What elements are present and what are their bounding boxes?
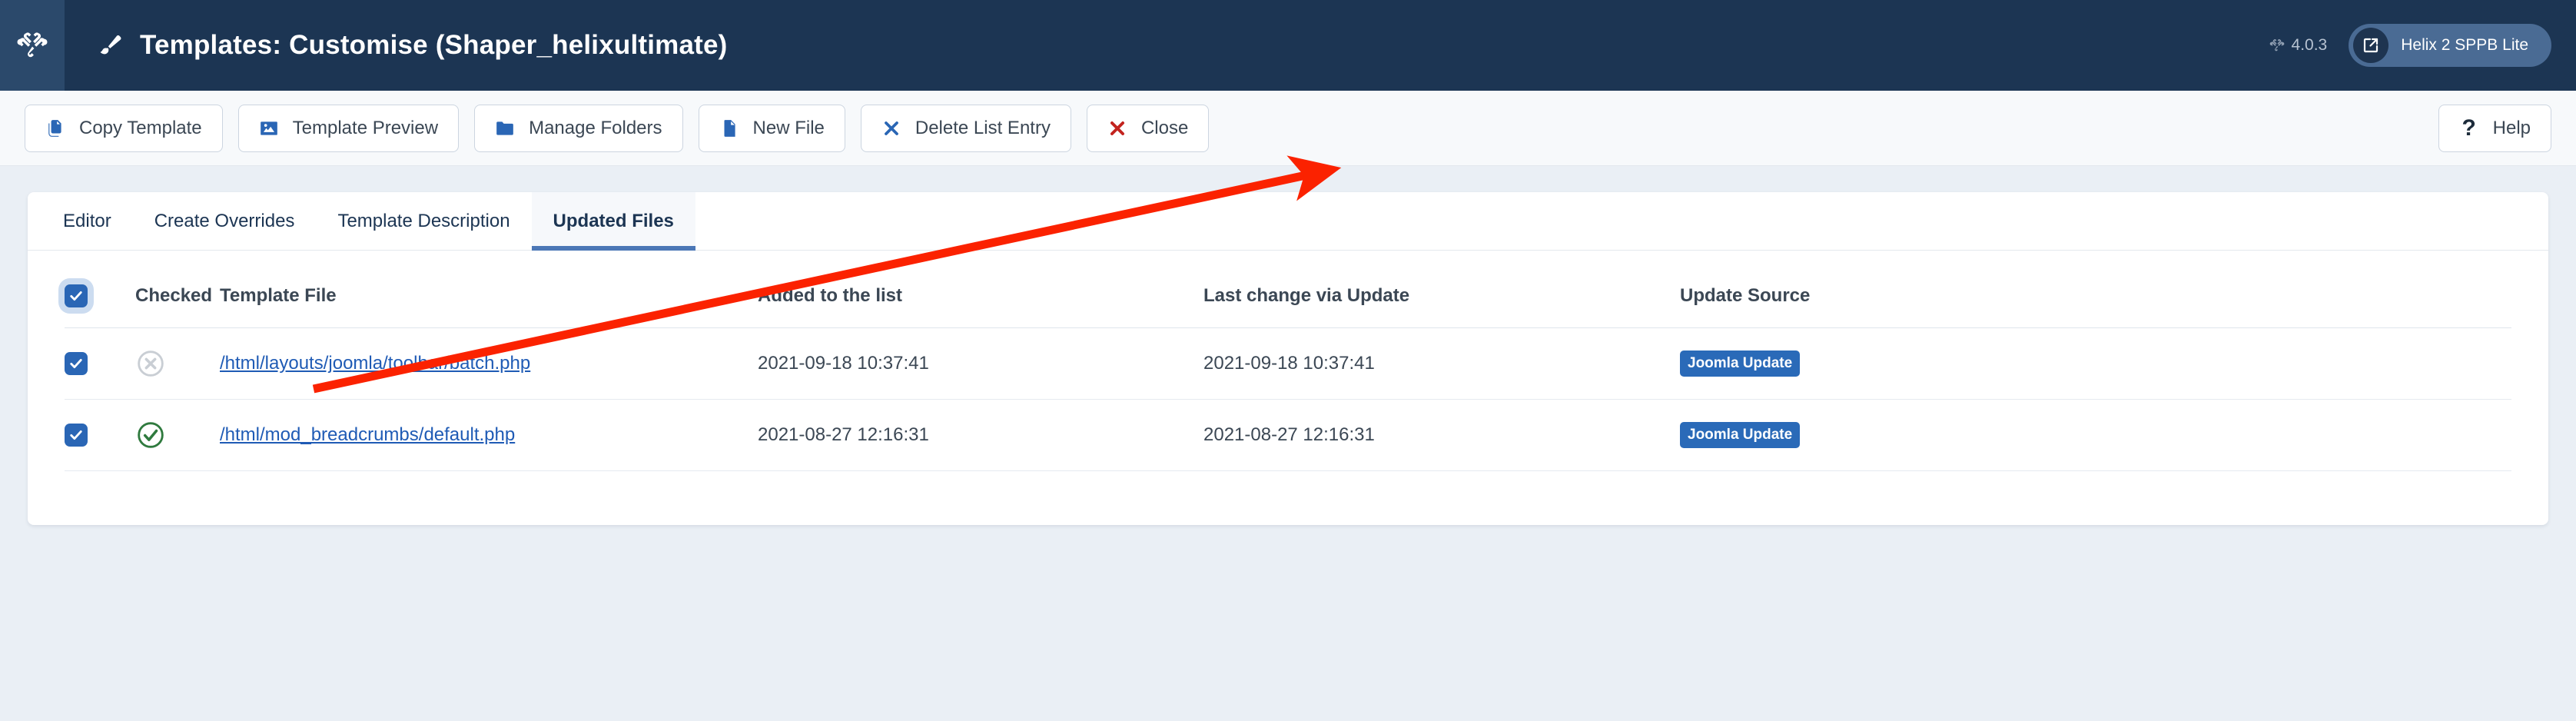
tab-template-description-label: Template Description: [337, 210, 510, 231]
joomla-version-badge: 4.0.3: [2269, 36, 2328, 55]
tab-editor-label: Editor: [63, 210, 111, 231]
template-preview-label: Template Preview: [292, 117, 439, 138]
helix-button-label: Helix 2 SPPB Lite: [2401, 36, 2528, 54]
row-file-cell: /html/mod_breadcrumbs/default.php: [220, 399, 758, 471]
table-row: /html/layouts/joomla/toolbar/batch.php 2…: [65, 327, 2511, 400]
copy-template-label: Copy Template: [79, 117, 202, 138]
template-file-link[interactable]: /html/mod_breadcrumbs/default.php: [220, 424, 515, 445]
manage-folders-button[interactable]: Manage Folders: [474, 104, 683, 152]
row-status-cell: [135, 327, 220, 400]
row-checkbox[interactable]: [65, 424, 88, 447]
version-number: 4.0.3: [2291, 36, 2328, 54]
page-title-group: Templates: Customise (Shaper_helixultima…: [97, 30, 728, 61]
row-last-change-cell: 2021-09-18 10:37:41: [1203, 327, 1680, 400]
column-header-last-change[interactable]: Last change via Update: [1203, 284, 1680, 328]
tab-template-description[interactable]: Template Description: [316, 192, 531, 250]
tab-editor[interactable]: Editor: [41, 192, 133, 250]
file-document-icon: [719, 118, 739, 138]
tab-bar: Editor Create Overrides Template Descrip…: [28, 192, 2548, 251]
update-source-badge: Joomla Update: [1680, 351, 1801, 377]
joomla-brand-block[interactable]: [0, 0, 65, 91]
manage-folders-label: Manage Folders: [529, 117, 662, 138]
app-header: Templates: Customise (Shaper_helixultima…: [0, 0, 2576, 91]
updated-files-card: Editor Create Overrides Template Descrip…: [28, 192, 2548, 525]
column-header-checked[interactable]: Checked: [135, 284, 220, 328]
updated-files-table-area: Checked Template File Added to the list …: [28, 251, 2548, 525]
new-file-label: New File: [752, 117, 825, 138]
row-last-change-cell: 2021-08-27 12:16:31: [1203, 399, 1680, 471]
page-root: Templates: Customise (Shaper_helixultima…: [0, 0, 2576, 721]
external-link-icon: [2353, 28, 2389, 63]
delete-list-entry-label: Delete List Entry: [915, 117, 1051, 138]
select-all-checkbox[interactable]: [65, 284, 88, 307]
tab-updated-files-label: Updated Files: [553, 210, 674, 231]
x-mark-icon: [881, 118, 901, 138]
update-source-badge: Joomla Update: [1680, 422, 1801, 448]
image-picture-icon: [259, 118, 279, 138]
select-all-header-cell: [65, 284, 135, 328]
row-added-cell: 2021-08-27 12:16:31: [758, 399, 1203, 471]
table-body: /html/layouts/joomla/toolbar/batch.php 2…: [65, 327, 2511, 471]
tab-updated-files[interactable]: Updated Files: [531, 192, 696, 251]
folder-icon: [495, 118, 515, 138]
template-file-link[interactable]: /html/layouts/joomla/toolbar/batch.php: [220, 353, 530, 374]
table-header-row: Checked Template File Added to the list …: [65, 284, 2511, 328]
question-mark-icon: ?: [2461, 115, 2476, 141]
circle-check-icon: [138, 422, 164, 448]
updated-files-table: Checked Template File Added to the list …: [65, 284, 2511, 471]
column-header-template-file[interactable]: Template File: [220, 284, 758, 328]
joomla-logo-icon: [17, 32, 48, 58]
row-source-cell: Joomla Update: [1680, 399, 2511, 471]
new-file-button[interactable]: New File: [698, 104, 845, 152]
circle-x-icon: [138, 351, 164, 377]
tab-create-overrides[interactable]: Create Overrides: [133, 192, 317, 250]
table-header: Checked Template File Added to the list …: [65, 284, 2511, 328]
content-area: Editor Create Overrides Template Descrip…: [0, 166, 2576, 525]
row-status-cell: [135, 399, 220, 471]
row-checkbox[interactable]: [65, 352, 88, 375]
row-checkbox-cell: [65, 399, 135, 471]
close-label: Close: [1140, 117, 1189, 138]
delete-list-entry-button[interactable]: Delete List Entry: [860, 104, 1071, 152]
copy-template-button[interactable]: Copy Template: [25, 104, 223, 152]
table-row: /html/mod_breadcrumbs/default.php 2021-0…: [65, 399, 2511, 471]
row-file-cell: /html/layouts/joomla/toolbar/batch.php: [220, 327, 758, 400]
page-title: Templates: Customise (Shaper_helixultima…: [140, 30, 728, 60]
template-preview-button[interactable]: Template Preview: [237, 104, 460, 152]
help-label: Help: [2492, 117, 2531, 138]
row-source-cell: Joomla Update: [1680, 327, 2511, 400]
header-right-group: 4.0.3 Helix 2 SPPB Lite: [2269, 24, 2576, 67]
tab-create-overrides-label: Create Overrides: [154, 210, 295, 231]
copy-files-icon: [45, 118, 65, 138]
paintbrush-icon: [100, 35, 121, 55]
x-mark-icon: [1107, 118, 1127, 138]
joomla-logo-icon: [2269, 39, 2284, 52]
row-checkbox-cell: [65, 327, 135, 400]
action-toolbar: Copy Template Template Preview Manage Fo…: [0, 91, 2576, 166]
column-header-update-source[interactable]: Update Source: [1680, 284, 2511, 328]
help-button[interactable]: ? Help: [2438, 104, 2551, 152]
close-button[interactable]: Close: [1086, 104, 1210, 152]
row-added-cell: 2021-09-18 10:37:41: [758, 327, 1203, 400]
helix-sppb-lite-button[interactable]: Helix 2 SPPB Lite: [2349, 24, 2551, 67]
column-header-added-to-list[interactable]: Added to the list: [758, 284, 1203, 328]
